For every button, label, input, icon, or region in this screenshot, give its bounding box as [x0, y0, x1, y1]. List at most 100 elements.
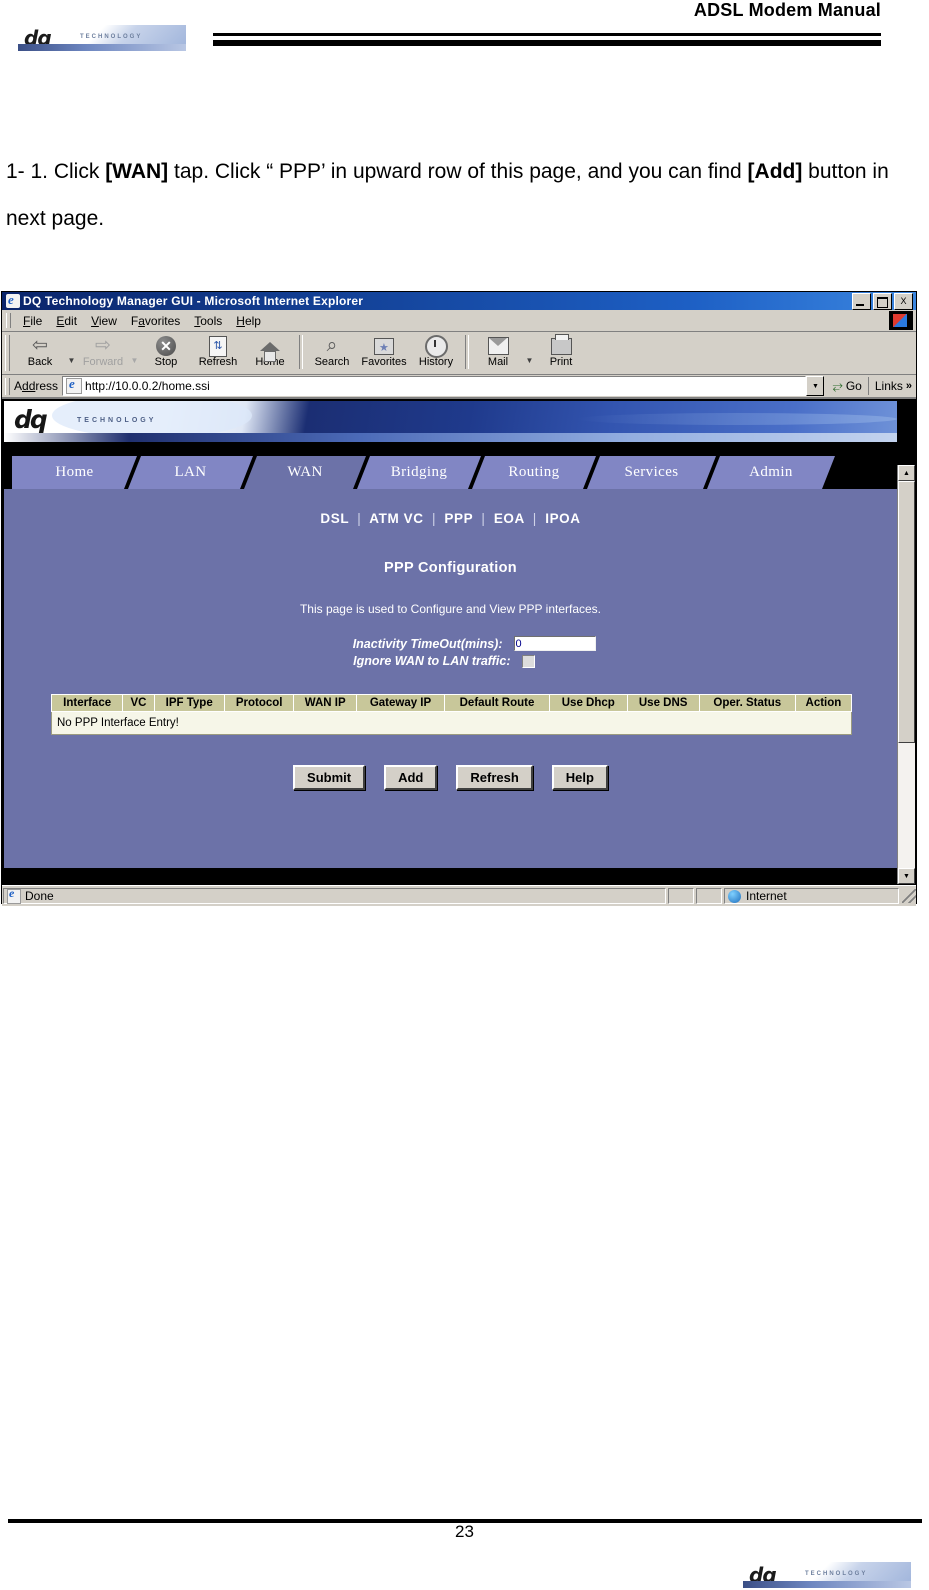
menubar-grip[interactable]: [6, 313, 11, 328]
content-description: This page is used to Configure and View …: [299, 602, 602, 616]
address-input[interactable]: http://10.0.0.2/home.ssi: [62, 376, 807, 396]
minimize-button[interactable]: [852, 293, 871, 310]
stop-icon: ✕: [156, 335, 176, 357]
column-vc: VC: [122, 694, 155, 712]
page-title: ADSL Modem Manual: [693, 0, 881, 20]
internet-explorer-icon: [6, 292, 20, 308]
security-zone-text: Internet: [746, 889, 787, 903]
ppp-interface-table: Interface VC IPF Type Protocol WAN IP Ga…: [50, 694, 853, 735]
column-use-dhcp: Use Dhcp: [548, 694, 628, 712]
browser-window-title: DQ Technology Manager GUI - Microsoft In…: [23, 294, 364, 308]
inactivity-timeout-row: Inactivity TimeOut(mins):: [306, 636, 596, 651]
browser-window: DQ Technology Manager GUI - Microsoft In…: [1, 291, 917, 906]
mail-dropdown-icon[interactable]: ▼: [524, 356, 535, 365]
add-button[interactable]: Add: [384, 765, 438, 790]
tab-wan[interactable]: WAN: [244, 456, 366, 489]
toolbar-print-label: Print: [549, 356, 573, 368]
window-controls: X: [852, 293, 913, 310]
column-wan-ip: WAN IP: [293, 694, 357, 712]
tab-home[interactable]: Home: [12, 456, 137, 489]
browser-titlebar[interactable]: DQ Technology Manager GUI - Microsoft In…: [2, 292, 916, 310]
favorites-folder-icon: [374, 335, 394, 359]
ignore-wan-to-lan-checkbox[interactable]: [521, 654, 535, 668]
header-divider-thick: [213, 40, 881, 46]
status-text: Done: [25, 889, 54, 903]
table-header-row: Interface VC IPF Type Protocol WAN IP Ga…: [50, 694, 853, 712]
security-zone-pane[interactable]: Internet: [724, 888, 899, 904]
inactivity-timeout-input[interactable]: [513, 636, 596, 651]
windows-flag-logo-icon: [889, 311, 913, 330]
toolbar-favorites-button[interactable]: Favorites: [358, 332, 410, 369]
logo-swoosh-decoration: [18, 44, 186, 51]
address-url-text: http://10.0.0.2/home.ssi: [85, 379, 210, 393]
maximize-button[interactable]: [873, 293, 892, 310]
toolbar-back-label: Back: [27, 356, 53, 368]
tab-bridging[interactable]: Bridging: [357, 456, 481, 489]
subnav-item-ppp[interactable]: PPP: [444, 511, 473, 526]
status-page-icon: [7, 886, 21, 904]
scrollbar-track[interactable]: [898, 481, 915, 868]
scrollbar-thumb[interactable]: [898, 481, 915, 743]
tab-lan[interactable]: LAN: [128, 456, 253, 489]
toolbar-forward-button[interactable]: ⇨ Forward: [77, 332, 129, 368]
toolbar-mail-button[interactable]: Mail: [472, 332, 524, 368]
toolbar-print-button[interactable]: Print: [535, 332, 587, 368]
toolbar-history-button[interactable]: History: [410, 332, 462, 368]
instruction-paragraph: 1- 1. Click [WAN] tap. Click “ PPP’ in u…: [6, 148, 924, 242]
tab-admin[interactable]: Admin: [707, 456, 835, 489]
history-clock-icon: [424, 334, 448, 358]
scroll-up-button[interactable]: ▲: [898, 465, 915, 481]
status-pane-3: [696, 888, 722, 904]
subnav-item-dsl[interactable]: DSL: [320, 511, 349, 526]
toolbar-home-button[interactable]: Home: [244, 332, 296, 368]
submit-button[interactable]: Submit: [293, 765, 366, 790]
resize-grip-icon[interactable]: [902, 889, 916, 903]
webpage-content: DSL | ATM VC | PPP | EOA | IPOA PPP Conf…: [4, 489, 897, 868]
toolbar-search-button[interactable]: ⌕ Search: [306, 332, 358, 368]
subnav-item-atm-vc[interactable]: ATM VC: [369, 511, 423, 526]
subnav-separator-1: |: [357, 511, 362, 526]
column-use-dns: Use DNS: [626, 694, 700, 712]
menu-item-file[interactable]: File: [16, 312, 49, 330]
addressbar-grip[interactable]: [5, 377, 10, 395]
links-button[interactable]: Links »: [867, 377, 916, 395]
toolbar-separator-2: [465, 335, 469, 369]
browser-viewport: dq TECHNOLOGY Home LAN WAN Bridging Rout…: [2, 398, 916, 885]
forward-arrow-icon: ⇨: [95, 335, 111, 356]
address-dropdown-button[interactable]: ▼: [806, 376, 825, 396]
refresh-button[interactable]: Refresh: [456, 765, 533, 790]
banner-gap: [4, 442, 897, 456]
dq-footer-logo-subtext: TECHNOLOGY: [805, 1571, 868, 1577]
toolbar-forward-label: Forward: [82, 356, 124, 368]
tab-services[interactable]: Services: [587, 456, 716, 489]
banner-swoosh-decoration: [577, 413, 897, 425]
menu-item-edit[interactable]: Edit: [49, 312, 84, 330]
menu-item-view[interactable]: View: [84, 312, 124, 330]
table-empty-message: No PPP Interface Entry!: [51, 711, 852, 735]
toolbar-refresh-button[interactable]: ⇅ Refresh: [192, 332, 244, 368]
vertical-scrollbar[interactable]: ▲ ▼: [897, 465, 915, 884]
status-pane-2: [668, 888, 694, 904]
back-dropdown-icon[interactable]: ▼: [66, 356, 77, 365]
tab-routing[interactable]: Routing: [472, 456, 596, 489]
column-gateway-ip: Gateway IP: [355, 694, 446, 712]
close-button[interactable]: X: [894, 293, 913, 310]
help-button[interactable]: Help: [551, 765, 608, 790]
browser-address-bar: Address http://10.0.0.2/home.ssi ▼ ⥂ Go …: [2, 375, 916, 398]
forward-dropdown-icon[interactable]: ▼: [129, 356, 140, 365]
toolbar-stop-button[interactable]: ✕ Stop: [140, 332, 192, 368]
menu-item-favorites[interactable]: Favorites: [124, 312, 187, 330]
menu-item-tools[interactable]: Tools: [187, 312, 229, 330]
page-favicon-icon: [66, 376, 83, 394]
subnav-item-ipoa[interactable]: IPOA: [545, 511, 580, 526]
subnav-item-eoa[interactable]: EOA: [494, 511, 525, 526]
main-navigation-tabs: Home LAN WAN Bridging Routing Services A…: [4, 456, 897, 489]
menu-item-help[interactable]: Help: [229, 312, 268, 330]
form-action-buttons: Submit Add Refresh Help: [4, 765, 897, 790]
scroll-down-button[interactable]: ▼: [898, 868, 915, 884]
printer-icon: [550, 333, 572, 357]
toolbar-back-button[interactable]: ⇦ Back: [14, 332, 66, 368]
toolbar-grip[interactable]: [5, 335, 10, 371]
go-button[interactable]: ⥂ Go: [826, 378, 867, 394]
footer-logo-swoosh-decoration: [743, 1581, 911, 1588]
